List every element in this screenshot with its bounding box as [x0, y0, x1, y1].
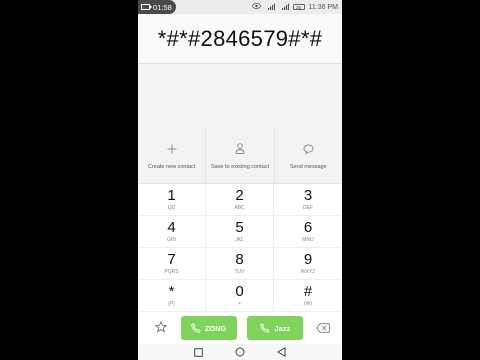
phone-icon	[191, 323, 201, 333]
favorites-button[interactable]	[152, 320, 170, 336]
status-bar: 01:58 25 11:36 PM	[138, 0, 342, 14]
key-letters: +	[238, 301, 241, 307]
dialed-number: *#*#2846579#*#	[157, 25, 323, 51]
key-letters: TUV	[234, 269, 245, 275]
key-letters: (P)	[168, 301, 175, 307]
message-icon	[303, 142, 314, 158]
key-letters: (W)	[303, 301, 313, 307]
key-3[interactable]: 3 DEF	[274, 184, 342, 216]
key-digit: *	[168, 283, 175, 300]
key-digit: 8	[235, 251, 244, 268]
key-letters: GHI	[167, 237, 176, 243]
plus-icon	[167, 142, 177, 158]
save-to-existing-contact-button[interactable]: Save to existing contact	[206, 128, 275, 183]
key-digit: 0	[235, 283, 244, 300]
key-1[interactable]: 1 QD	[138, 184, 206, 216]
call-sim1-button[interactable]: ZONG	[180, 316, 237, 340]
key-digit: #	[303, 283, 313, 300]
backspace-button[interactable]	[314, 322, 332, 334]
battery-icon: 25	[292, 4, 305, 10]
key-2[interactable]: 2 ABC	[206, 184, 274, 216]
save-to-existing-contact-label: Save to existing contact	[210, 163, 270, 170]
key-digit: 6	[303, 219, 313, 236]
key-letters: JKL	[235, 237, 244, 243]
call-bar: ZONG Jazz	[138, 312, 342, 344]
video-camera-icon	[141, 4, 152, 10]
signal-1-icon	[265, 3, 275, 12]
key-0[interactable]: 0 +	[206, 280, 274, 312]
call-sim1-label: ZONG	[204, 323, 227, 333]
person-icon	[235, 142, 245, 158]
call-sim2-button[interactable]: Jazz	[247, 316, 304, 340]
signal-2-icon	[279, 3, 289, 12]
circle-icon	[235, 347, 245, 357]
send-message-button[interactable]: Send message	[275, 128, 342, 183]
key-letters: DEF	[303, 205, 313, 211]
dialer-screen: 01:58 25 11:36 PM *#*#2846579#*# Create …	[138, 0, 342, 360]
key-digit: 4	[167, 219, 176, 236]
triangle-back-icon	[276, 347, 286, 357]
key-4[interactable]: 4 GHI	[138, 216, 206, 248]
key-hash[interactable]: # (W)	[274, 280, 342, 312]
backspace-icon	[316, 323, 330, 333]
clock: 11:36 PM	[308, 3, 338, 11]
star-icon	[154, 320, 168, 332]
key-letters: ABC	[234, 205, 245, 211]
eye-icon	[251, 3, 261, 11]
phone-icon	[260, 323, 271, 333]
key-letters: MNO	[302, 237, 314, 243]
action-row: Create new contact Save to existing cont…	[138, 128, 342, 184]
key-7[interactable]: 7 PQRS	[138, 248, 206, 280]
key-9[interactable]: 9 WXYZ	[274, 248, 342, 280]
key-6[interactable]: 6 MNO	[274, 216, 342, 248]
key-letters: QD	[167, 205, 176, 211]
key-digit: 2	[235, 187, 244, 204]
key-8[interactable]: 8 TUV	[206, 248, 274, 280]
number-display[interactable]: *#*#2846579#*#	[138, 14, 342, 64]
create-new-contact-button[interactable]: Create new contact	[138, 128, 207, 183]
call-sim2-label: Jazz	[274, 323, 291, 333]
key-digit: 3	[303, 187, 313, 204]
back-button[interactable]	[276, 347, 286, 357]
recording-time: 01:58	[153, 2, 172, 12]
key-digit: 5	[235, 219, 244, 236]
suggestions-area	[138, 64, 342, 128]
home-button[interactable]	[235, 347, 245, 357]
key-digit: 1	[167, 187, 176, 204]
key-5[interactable]: 5 JKL	[206, 216, 274, 248]
key-letters: PQRS	[164, 269, 179, 275]
recents-button[interactable]	[194, 347, 204, 357]
key-digit: 9	[303, 251, 313, 268]
create-new-contact-label: Create new contact	[147, 163, 196, 170]
send-message-label: Send message	[289, 163, 327, 170]
key-digit: 7	[167, 251, 176, 268]
key-letters: WXYZ	[300, 269, 316, 275]
key-star[interactable]: * (P)	[138, 280, 206, 312]
dial-keypad: 1 QD 2 ABC 3 DEF 4 GHI 5 JKL 6 MNO 7 PQRS 8 TUV …	[138, 184, 342, 312]
screen-recording-indicator[interactable]: 01:58	[138, 0, 176, 14]
square-icon	[194, 347, 203, 357]
navigation-bar	[138, 344, 342, 360]
status-icons: 25 11:36 PM	[251, 0, 338, 14]
battery-level: 25	[296, 4, 302, 10]
